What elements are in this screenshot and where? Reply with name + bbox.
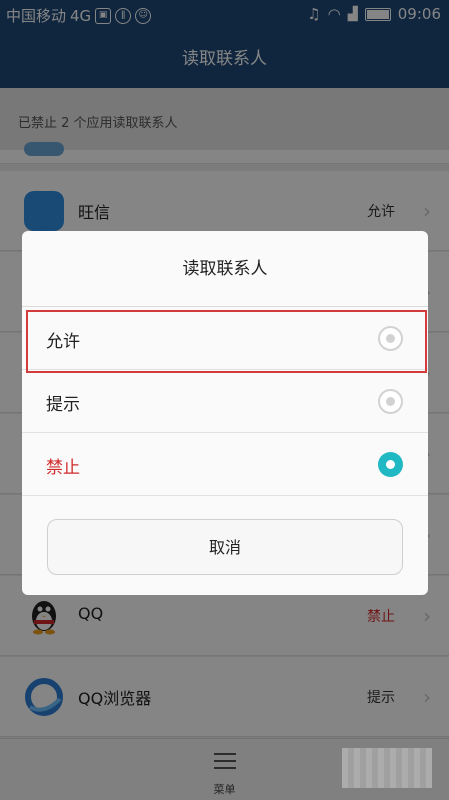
- permission-dialog: 读取联系人 允许 提示 禁止 取消: [22, 231, 428, 595]
- watermark: [342, 748, 432, 788]
- option-deny-label: 禁止: [46, 458, 80, 478]
- dialog-title: 读取联系人: [22, 231, 428, 307]
- radio-selected-icon[interactable]: [378, 452, 403, 477]
- cancel-button[interactable]: 取消: [47, 519, 403, 575]
- highlight-annotation: [26, 310, 427, 373]
- option-prompt[interactable]: 提示: [22, 370, 428, 433]
- option-prompt-label: 提示: [46, 395, 80, 415]
- radio-unselected-icon[interactable]: [378, 389, 403, 414]
- option-deny[interactable]: 禁止: [22, 433, 428, 496]
